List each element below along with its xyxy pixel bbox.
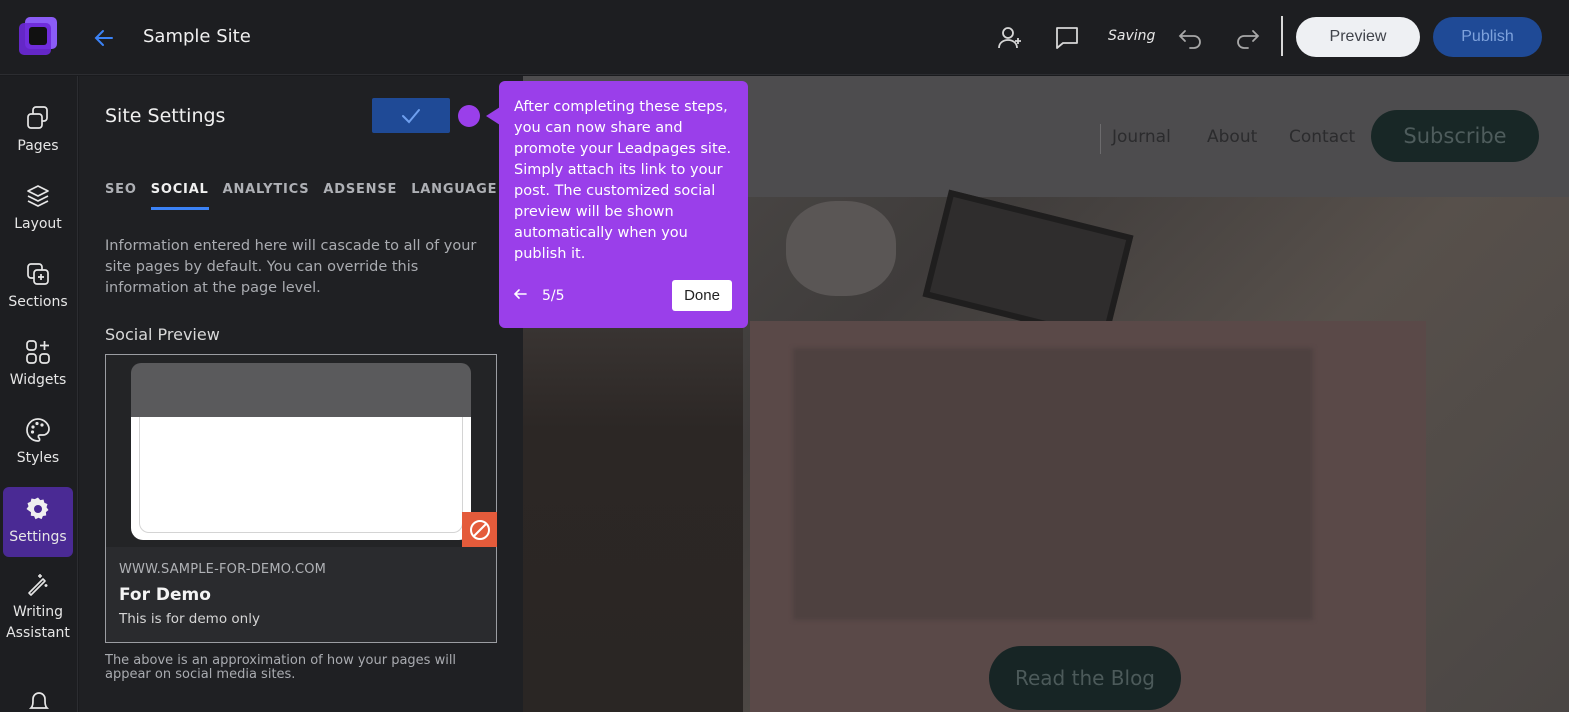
social-preview-label: Social Preview: [105, 325, 220, 344]
tab-adsense[interactable]: ADSENSE: [323, 182, 397, 210]
toolbar-divider: [1281, 16, 1283, 56]
site-name[interactable]: Sample Site: [143, 26, 251, 47]
bell-icon[interactable]: [26, 688, 52, 712]
site-nav-journal[interactable]: Journal: [1112, 127, 1171, 147]
sidebar-item-layout[interactable]: Layout: [3, 174, 73, 244]
palette-icon: [26, 418, 50, 442]
sidebar-item-label: Writing Assistant: [6, 603, 70, 641]
remove-image-button[interactable]: [462, 512, 497, 547]
check-icon: [402, 108, 420, 123]
preview-url: WWW.SAMPLE-FOR-DEMO.COM: [119, 562, 327, 577]
widgets-icon: [26, 340, 50, 364]
pages-icon: [27, 106, 48, 129]
settings-tabs: SEO SOCIAL ANALYTICS ADSENSE LANGUAGE: [105, 182, 511, 210]
comment-icon[interactable]: [1053, 24, 1081, 52]
sidebar-item-label: Pages: [17, 138, 59, 154]
add-section-icon: [27, 263, 49, 285]
site-nav-about[interactable]: About: [1207, 127, 1257, 147]
sidebar-item-label: Widgets: [9, 372, 67, 388]
tour-done-button[interactable]: Done: [672, 280, 732, 311]
subscribe-button[interactable]: Subscribe: [1371, 110, 1539, 162]
sidebar-item-sections[interactable]: Sections: [3, 252, 73, 322]
info-text: Information entered here will cascade to…: [105, 238, 477, 296]
preview-description: This is for demo only: [119, 611, 260, 627]
tour-pointer: [486, 107, 500, 125]
sidebar-item-widgets[interactable]: Widgets: [3, 330, 73, 400]
left-nav: Pages Layout Sections Widgets Styles Set…: [0, 76, 78, 712]
top-bar: Sample Site Saving Preview Publish: [0, 0, 1569, 75]
site-settings-panel: Site Settings SEO SOCIAL ANALYTICS ADSEN…: [79, 76, 523, 712]
preview-title: For Demo: [119, 585, 211, 605]
sidebar-item-label: Layout: [14, 216, 62, 232]
tour-beacon[interactable]: [458, 105, 480, 127]
add-user-icon[interactable]: [996, 24, 1024, 52]
preview-window-body: [131, 417, 471, 540]
preview-window-header: [131, 363, 471, 417]
sidebar-item-styles[interactable]: Styles: [3, 408, 73, 478]
sidebar-item-pages[interactable]: Pages: [3, 96, 73, 166]
publish-button[interactable]: Publish: [1433, 17, 1542, 57]
tour-step-counter: 5/5: [542, 288, 565, 304]
sidebar-item-label: Sections: [8, 294, 68, 310]
preview-image[interactable]: [106, 355, 496, 547]
sidebar-item-settings[interactable]: Settings: [3, 487, 73, 557]
redo-icon[interactable]: [1233, 24, 1261, 52]
layers-icon: [27, 185, 49, 207]
tab-language[interactable]: LANGUAGE: [411, 182, 497, 210]
tour-text: After completing these steps, you can no…: [514, 99, 732, 262]
app-logo: [19, 17, 57, 55]
tour-back-arrow-icon[interactable]: [513, 287, 527, 301]
site-nav-contact[interactable]: Contact: [1289, 127, 1355, 147]
approximation-note: The above is an approximation of how you…: [105, 653, 457, 682]
tab-seo[interactable]: SEO: [105, 182, 137, 210]
sidebar-item-writing-assistant[interactable]: Writing Assistant: [3, 567, 73, 647]
back-arrow-icon[interactable]: [92, 26, 116, 50]
gear-icon: [26, 497, 49, 520]
hero-overlay-inner: [793, 348, 1313, 620]
preview-button[interactable]: Preview: [1296, 17, 1420, 57]
social-preview-card: WWW.SAMPLE-FOR-DEMO.COM For Demo This is…: [105, 354, 497, 643]
saving-status: Saving: [1108, 28, 1156, 44]
confirm-button[interactable]: [372, 98, 450, 133]
sidebar-item-label: Settings: [9, 529, 67, 545]
panel-title: Site Settings: [105, 105, 226, 127]
sidebar-item-label: Styles: [16, 450, 60, 466]
undo-icon[interactable]: [1177, 24, 1205, 52]
prohibited-icon: [469, 519, 490, 540]
magic-wand-icon: [28, 573, 48, 596]
tab-analytics[interactable]: ANALYTICS: [223, 182, 310, 210]
tab-social[interactable]: SOCIAL: [150, 182, 209, 210]
tour-popover: After completing these steps, you can no…: [499, 81, 748, 328]
hero-mug: [786, 201, 896, 296]
read-blog-button[interactable]: Read the Blog: [989, 646, 1181, 710]
